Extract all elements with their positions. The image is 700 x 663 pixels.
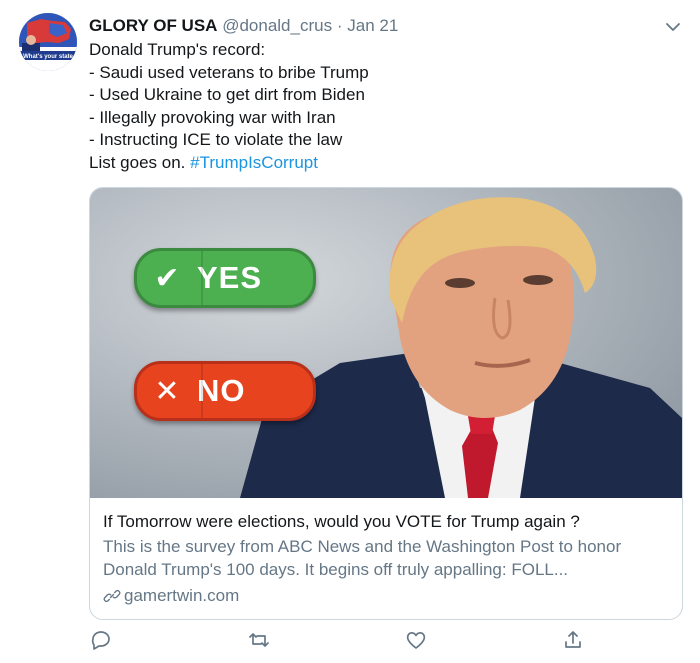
card-description: This is the survey from ABC News and the…: [103, 535, 669, 581]
tweet-text: Donald Trump's record: - Saudi used vete…: [89, 39, 649, 174]
display-name[interactable]: GLORY OF USA: [89, 16, 217, 35]
chevron-down-icon[interactable]: [662, 16, 684, 38]
tweet-line-prefix: List goes on.: [89, 152, 191, 172]
card-domain-text: gamertwin.com: [124, 586, 240, 605]
yes-label: YES: [197, 260, 263, 295]
reply-button[interactable]: [89, 628, 113, 652]
x-icon: ✕: [154, 374, 180, 408]
reply-icon: [91, 631, 110, 650]
separator-dot: ·: [336, 16, 343, 35]
avatar-image: What's your state: [19, 13, 77, 71]
like-icon: [406, 632, 426, 649]
tweet-line: - Saudi used veterans to bribe Trump: [89, 62, 369, 82]
handle[interactable]: @donald_crus: [222, 16, 332, 35]
share-button[interactable]: [561, 628, 585, 652]
tweet-header: GLORY OF USA @donald_crus · Jan 21: [89, 14, 398, 40]
card-info[interactable]: If Tomorrow were elections, would you VO…: [103, 511, 669, 607]
yes-badge: ✔ YES: [134, 248, 316, 308]
check-icon: ✔: [154, 261, 180, 295]
card-title: If Tomorrow were elections, would you VO…: [103, 512, 580, 531]
card-description-line: Donald Trump's 100 days. It begins off t…: [103, 560, 569, 579]
link-card[interactable]: ✔ YES ✕ NO If Tomorrow were elections, w…: [89, 187, 683, 620]
tweet-line: - Used Ukraine to get dirt from Biden: [89, 85, 365, 104]
card-domain[interactable]: gamertwin.com: [103, 585, 669, 607]
tweet-line: - Illegally provoking war with Iran: [89, 107, 336, 127]
link-icon: [103, 590, 121, 602]
tweet-date[interactable]: Jan 21: [347, 16, 398, 35]
hashtag-link[interactable]: #TrumpIsCorrupt: [190, 153, 318, 172]
avatar[interactable]: What's your state: [19, 13, 77, 71]
like-button[interactable]: [404, 628, 428, 652]
retweet-icon: [249, 633, 269, 647]
no-badge: ✕ NO: [134, 361, 316, 421]
portrait-illustration: [90, 188, 682, 498]
card-description-line: This is the survey from ABC News and the…: [103, 537, 622, 556]
tweet-line: Donald Trump's record:: [89, 40, 266, 59]
tweet-last-line: List goes on. #TrumpIsCorrupt: [89, 152, 649, 175]
share-icon: [565, 631, 581, 648]
retweet-button[interactable]: [247, 628, 271, 652]
tweet-line: - Instructing ICE to violate the law: [89, 130, 343, 149]
card-image[interactable]: ✔ YES ✕ NO: [90, 188, 682, 498]
no-label: NO: [197, 373, 246, 408]
tweet[interactable]: What's your state GLORY OF USA @donald_c…: [0, 0, 700, 663]
avatar-caption: What's your state: [23, 54, 73, 60]
